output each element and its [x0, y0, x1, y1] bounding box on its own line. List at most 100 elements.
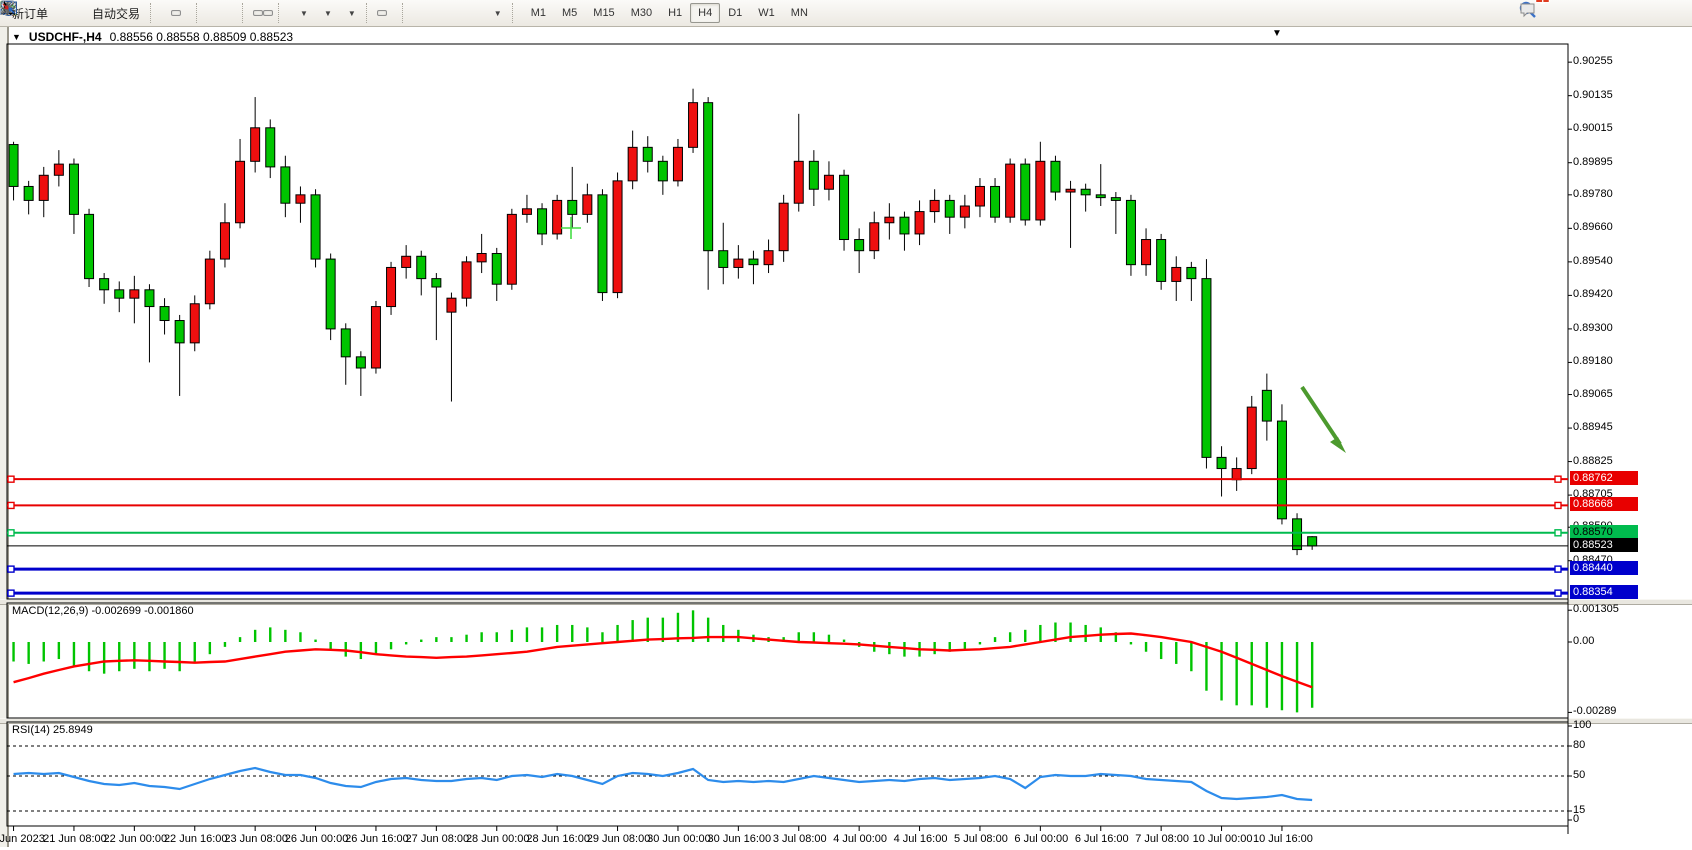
toolbar-separator — [278, 3, 284, 23]
plus-marker-annotation[interactable] — [561, 217, 581, 239]
toolbar-separator — [512, 3, 518, 23]
chart-window: ▼ USDCHF-,H4 0.88556 0.88558 0.88509 0.8… — [0, 27, 1692, 850]
autotrading-button[interactable]: 自动交易 — [83, 2, 145, 25]
time-tick-label: 3 Jul 08:00 — [773, 833, 827, 845]
chart-profile-button[interactable]: ▼ — [337, 6, 361, 21]
price-tick-label: 0.90015 — [1573, 122, 1613, 134]
autoscroll-button[interactable] — [253, 10, 263, 16]
timeframe-button-mn[interactable]: MN — [783, 3, 816, 23]
timeframe-button-d1[interactable]: D1 — [720, 3, 750, 23]
price-tick-label: 0.88945 — [1573, 421, 1613, 433]
panel-frame-2 — [7, 722, 1568, 826]
timeframe-button-w1[interactable]: W1 — [750, 3, 783, 23]
macd-tick-label: -0.00289 — [1573, 705, 1616, 717]
chevron-down-icon: ▼ — [324, 9, 332, 18]
price-tick-label: 0.90255 — [1573, 55, 1613, 67]
periods-button[interactable]: ▼ — [313, 6, 337, 21]
hline-handle[interactable] — [1555, 476, 1561, 482]
hline-handle[interactable] — [8, 476, 14, 482]
price-tick-label: 0.88825 — [1573, 455, 1613, 467]
time-tick-label: 6 Jul 00:00 — [1014, 833, 1068, 845]
hline-handle[interactable] — [1555, 566, 1561, 572]
hline-handle[interactable] — [1555, 502, 1561, 508]
price-tick-label: 0.89660 — [1573, 221, 1613, 233]
chevron-down-icon: ▼ — [300, 9, 308, 18]
panel-frame-0 — [7, 44, 1568, 599]
vertical-line-button[interactable] — [413, 10, 423, 16]
arrows-button[interactable]: ▼ — [483, 6, 507, 21]
time-tick-label: 21 Jun 08:00 — [43, 833, 107, 845]
time-tick-label: 6 Jul 16:00 — [1075, 833, 1129, 845]
time-tick-label: 10 Jul 16:00 — [1253, 833, 1313, 845]
notification-badge: 1 — [1535, 0, 1550, 3]
cursor-button[interactable] — [377, 10, 387, 16]
hline-handle[interactable] — [8, 530, 14, 536]
price-tick-label: 0.89065 — [1573, 388, 1613, 400]
price-tag-blue: 0.88440 — [1570, 561, 1638, 575]
toolbar-separator — [196, 3, 202, 23]
hline-handle[interactable] — [1555, 590, 1561, 596]
timeframe-button-m5[interactable]: M5 — [554, 3, 585, 23]
price-tag-black: 0.88523 — [1570, 538, 1638, 552]
zoom-in-button[interactable] — [207, 10, 217, 16]
market-depth-button[interactable] — [63, 10, 73, 16]
candlestick-chart-button[interactable] — [171, 10, 181, 16]
time-tick-label: 10 Jul 00:00 — [1193, 833, 1253, 845]
autotrading-label: 自动交易 — [92, 5, 140, 22]
hline-handle[interactable] — [8, 566, 14, 572]
channel-button[interactable]: E — [443, 10, 453, 16]
gold-ingot-button[interactable] — [53, 10, 63, 16]
panel-frame-1 — [7, 603, 1568, 718]
toolbar-separator — [242, 3, 248, 23]
time-tick-label: 30 Jun 00:00 — [647, 833, 711, 845]
horizontal-line-button[interactable] — [423, 10, 433, 16]
hline-handle[interactable] — [8, 502, 14, 508]
time-tick-label: 22 Jun 16:00 — [164, 833, 228, 845]
crosshair-button[interactable] — [387, 10, 397, 16]
price-tick-label: 0.89300 — [1573, 322, 1613, 334]
time-tick-label: 20 Jun 2023 — [0, 833, 45, 845]
main-toolbar: 新订单 自动交易 — [0, 0, 1692, 27]
fibonacci-button[interactable]: F — [453, 10, 463, 16]
timeframe-button-m1[interactable]: M1 — [523, 3, 554, 23]
chart-shift-button[interactable] — [263, 10, 273, 16]
timeframe-button-h1[interactable]: H1 — [660, 3, 690, 23]
time-tick-label: 28 Jun 16:00 — [526, 833, 590, 845]
zoom-out-button[interactable] — [217, 10, 227, 16]
time-tick-label: 7 Jul 08:00 — [1135, 833, 1189, 845]
rsi-tick-label: 0 — [1573, 813, 1579, 825]
text-button[interactable]: A — [463, 10, 473, 16]
timeframe-button-h4[interactable]: H4 — [690, 3, 720, 23]
hline-handle[interactable] — [1555, 530, 1561, 536]
down-arrow-annotation[interactable] — [1302, 387, 1346, 453]
macd-tick-label: 0.00 — [1573, 635, 1594, 647]
candlesticks — [9, 103, 1317, 550]
price-tick-label: 0.89420 — [1573, 288, 1613, 300]
hline-handle[interactable] — [8, 590, 14, 596]
time-tick-label: 23 Jun 08:00 — [224, 833, 288, 845]
time-tick-label: 26 Jun 00:00 — [285, 833, 349, 845]
price-tick-label: 0.89895 — [1573, 156, 1613, 168]
tile-windows-button[interactable] — [227, 10, 237, 16]
chevron-down-icon: ▼ — [348, 9, 356, 18]
text-label-button[interactable]: T — [473, 10, 483, 16]
add-template-button[interactable]: ▼ — [289, 6, 313, 21]
price-tick-label: 0.89540 — [1573, 255, 1613, 267]
trendline-button[interactable] — [433, 10, 443, 16]
time-ticks — [14, 826, 1282, 831]
timeframe-button-m15[interactable]: M15 — [585, 3, 622, 23]
time-tick-label: 28 Jun 00:00 — [466, 833, 530, 845]
timeframe-button-m30[interactable]: M30 — [623, 3, 660, 23]
price-tick-label: 0.89780 — [1573, 188, 1613, 200]
rsi-tick-label: 80 — [1573, 739, 1585, 751]
time-tick-label: 5 Jul 08:00 — [954, 833, 1008, 845]
price-chart-canvas[interactable] — [0, 27, 1692, 850]
rsi-line — [14, 768, 1313, 800]
rsi-tick-label: 50 — [1573, 769, 1585, 781]
line-chart-button[interactable] — [181, 10, 191, 16]
time-tick-label: 27 Jun 08:00 — [406, 833, 470, 845]
bar-chart-button[interactable] — [161, 10, 171, 16]
mt4-application: 新订单 自动交易 — [0, 0, 1692, 850]
rsi-tick-label: 100 — [1573, 719, 1591, 731]
broadcast-button[interactable] — [73, 10, 83, 16]
